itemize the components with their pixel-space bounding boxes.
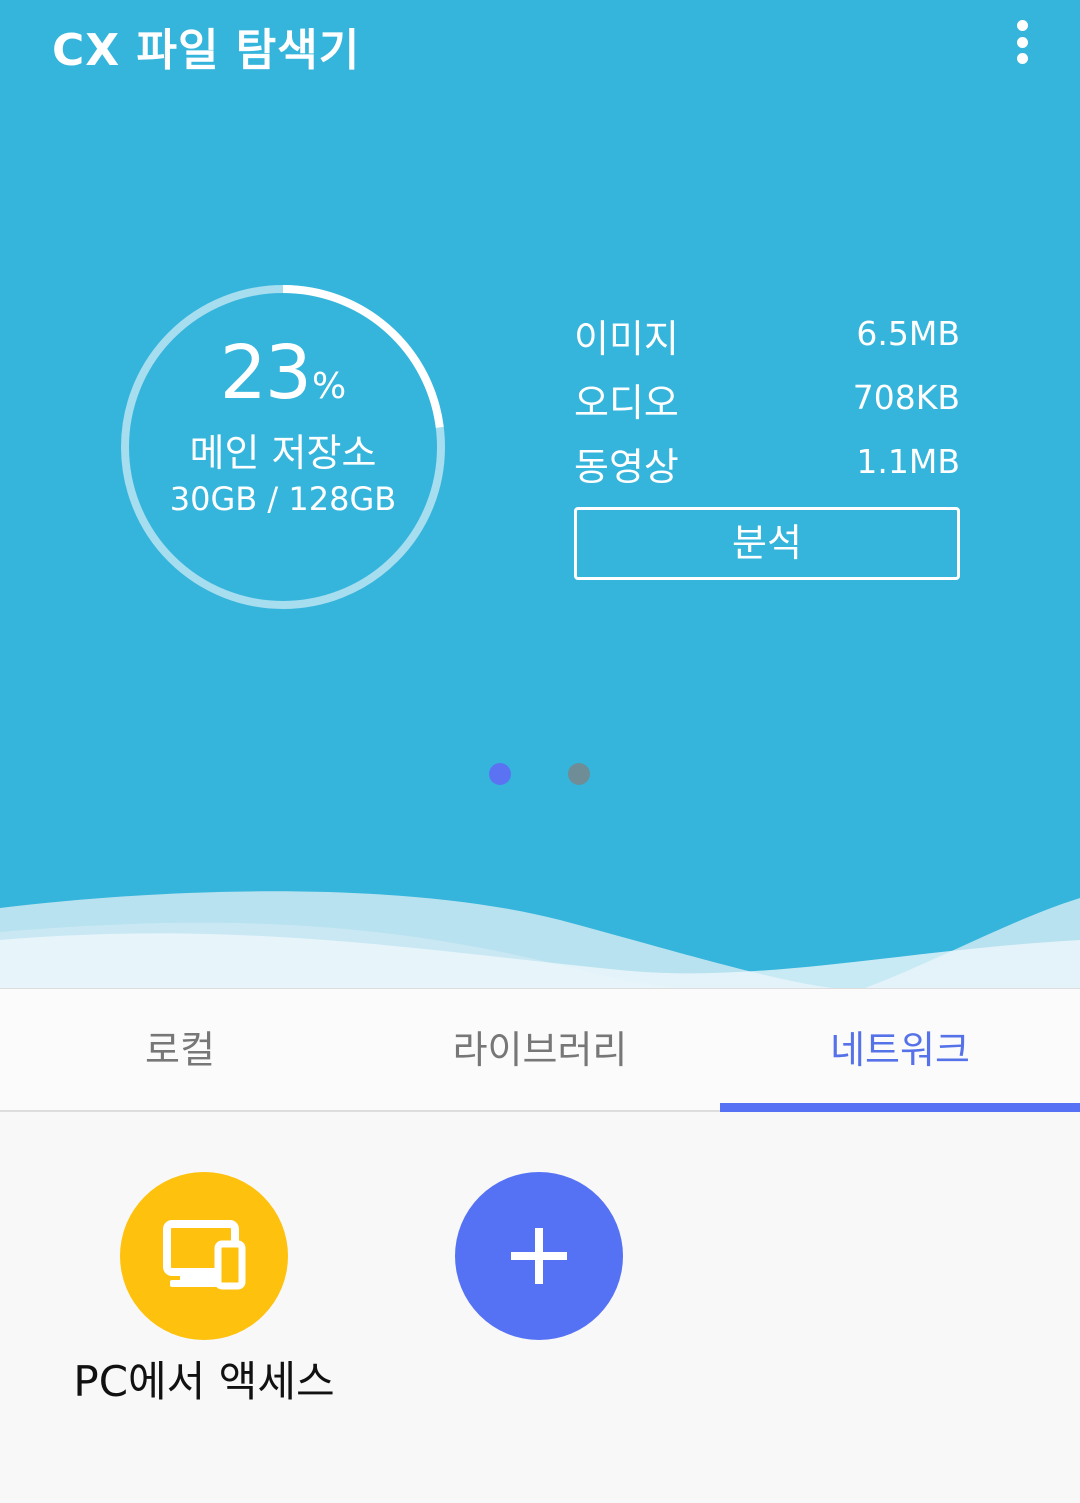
plus-icon bbox=[511, 1228, 567, 1284]
storage-header: CX 파일 탐색기 23% 메인 저장소 30GB / 128GB 이미지 6.… bbox=[0, 0, 1080, 988]
storage-percent: 23% bbox=[116, 330, 450, 416]
add-network-button[interactable] bbox=[455, 1172, 623, 1340]
stat-value: 1.1MB bbox=[856, 442, 960, 481]
page-indicator bbox=[489, 763, 591, 785]
stat-value: 708KB bbox=[852, 378, 960, 417]
tab-local[interactable]: 로컬 bbox=[0, 989, 360, 1111]
stat-label: 이미지 bbox=[574, 317, 679, 361]
page-indicator-dot-2[interactable] bbox=[568, 763, 590, 785]
storage-usage-card[interactable]: 23% 메인 저장소 30GB / 128GB bbox=[116, 280, 450, 614]
active-tab-indicator bbox=[720, 1103, 1080, 1112]
storage-size: 30GB / 128GB bbox=[169, 480, 397, 518]
category-stats: 이미지 6.5MB 오디오 708KB 동영상 1.1MB bbox=[574, 304, 960, 496]
more-options-icon-dot bbox=[1016, 36, 1028, 48]
storage-percent-sign: % bbox=[311, 366, 347, 407]
storage-percent-value: 23 bbox=[219, 330, 312, 416]
app-title: CX 파일 탐색기 bbox=[52, 25, 361, 76]
stat-row-video: 동영상 1.1MB bbox=[574, 432, 960, 496]
analyze-button[interactable]: 분석 bbox=[574, 507, 960, 580]
stat-row-audio: 오디오 708KB bbox=[574, 368, 960, 432]
tab-bar: 로컬 라이브러리 네트워크 bbox=[0, 988, 1080, 1112]
more-options-button[interactable] bbox=[1000, 14, 1044, 70]
stat-row-images: 이미지 6.5MB bbox=[574, 304, 960, 368]
tab-network[interactable]: 네트워크 bbox=[720, 989, 1080, 1111]
stat-value: 6.5MB bbox=[856, 314, 960, 353]
pc-access-label: PC에서 액세스 bbox=[73, 1357, 335, 1406]
more-options-icon bbox=[1016, 20, 1028, 31]
network-content: PC에서 액세스 bbox=[0, 1112, 1080, 1503]
pc-device-icon bbox=[163, 1220, 246, 1290]
storage-name: 메인 저장소 bbox=[189, 431, 377, 475]
more-options-icon-dot bbox=[1016, 53, 1028, 64]
pc-access-button[interactable] bbox=[120, 1172, 288, 1340]
stat-label: 오디오 bbox=[574, 381, 679, 425]
wave-decoration bbox=[0, 891, 1080, 988]
stat-label: 동영상 bbox=[574, 445, 679, 489]
tab-library[interactable]: 라이브러리 bbox=[360, 989, 720, 1111]
page-indicator-dot-1[interactable] bbox=[489, 763, 511, 785]
